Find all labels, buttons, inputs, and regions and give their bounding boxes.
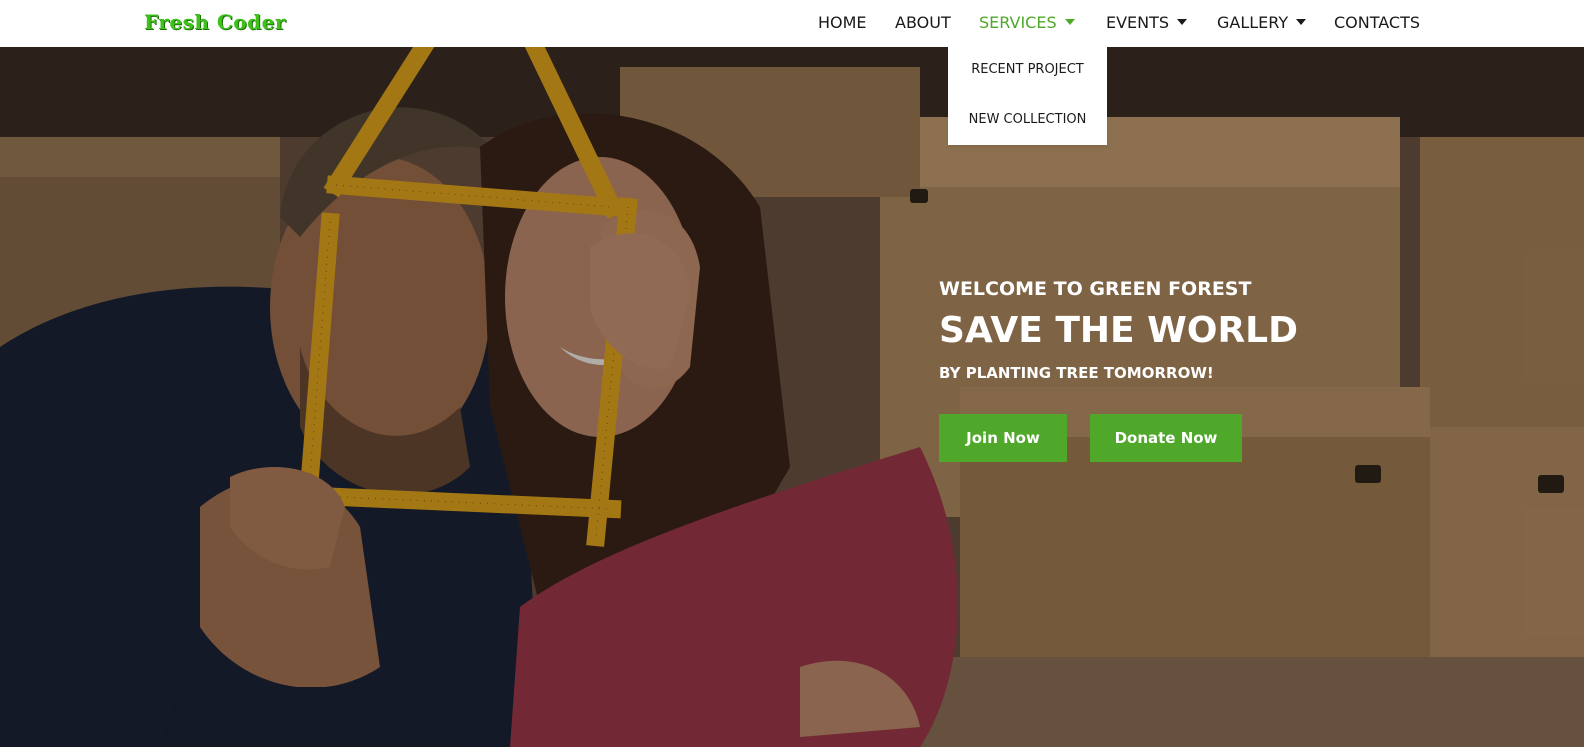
chevron-down-icon	[1296, 19, 1307, 25]
hero-headline: SAVE THE WORLD	[939, 310, 1298, 351]
hero-banner: WELCOME TO GREEN FOREST SAVE THE WORLD B…	[0, 47, 1584, 747]
top-navbar: Fresh Coder HOME ABOUT SERVICES EVENTS G…	[0, 0, 1584, 47]
services-dropdown-menu: RECENT PROJECT NEW COLLECTION	[948, 47, 1107, 145]
nav-item-gallery[interactable]: GALLERY	[1217, 13, 1307, 33]
nav-item-label: GALLERY	[1217, 13, 1289, 32]
hero-subline: BY PLANTING TREE TOMORROW!	[939, 364, 1214, 382]
chevron-down-icon	[1064, 19, 1075, 25]
nav-item-services[interactable]: SERVICES	[979, 13, 1075, 33]
join-now-button[interactable]: Join Now	[939, 414, 1067, 462]
donate-now-button[interactable]: Donate Now	[1090, 414, 1242, 462]
nav-item-label: HOME	[818, 13, 867, 32]
nav-item-home[interactable]: HOME	[818, 13, 867, 33]
nav-item-label: ABOUT	[895, 13, 951, 32]
hero-welcome-text: WELCOME TO GREEN FOREST	[939, 278, 1252, 300]
dropdown-item-new-collection[interactable]: NEW COLLECTION	[948, 112, 1107, 128]
site-logo[interactable]: Fresh Coder	[144, 10, 286, 34]
nav-item-about[interactable]: ABOUT	[895, 13, 951, 33]
hero-dark-overlay	[0, 47, 1584, 747]
nav-item-events[interactable]: EVENTS	[1106, 13, 1188, 33]
dropdown-item-recent-project[interactable]: RECENT PROJECT	[948, 62, 1107, 78]
nav-item-label: CONTACTS	[1334, 13, 1421, 32]
nav-item-label: EVENTS	[1106, 13, 1170, 32]
chevron-down-icon	[1177, 19, 1188, 25]
nav-item-label: SERVICES	[979, 13, 1057, 32]
nav-item-contacts[interactable]: CONTACTS	[1334, 13, 1420, 33]
